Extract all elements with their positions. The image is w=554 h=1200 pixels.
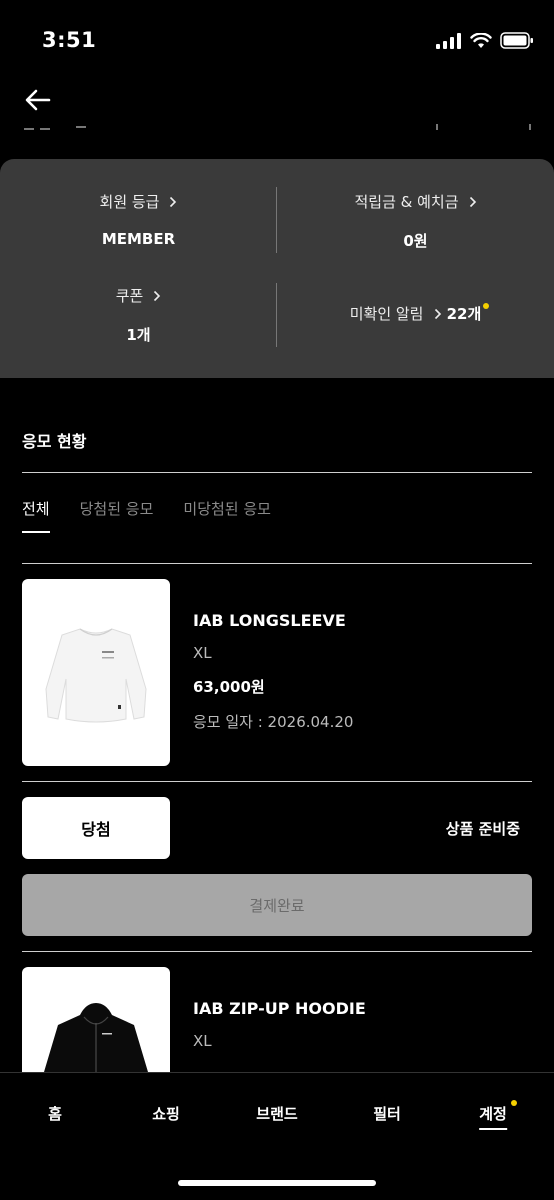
product-image[interactable]: [22, 579, 170, 766]
alerts-value: 22개: [446, 305, 482, 323]
alerts-label: 미확인 알림: [349, 305, 424, 323]
product-name[interactable]: IAB LONGSLEEVE: [193, 611, 353, 630]
nav-brand[interactable]: 브랜드: [256, 1103, 297, 1124]
notification-dot: [511, 1100, 517, 1106]
points-label: 적립금 & 예치금: [354, 193, 459, 211]
divider: [276, 187, 277, 253]
product-price: 63,000원: [193, 678, 265, 696]
chevron-right-icon: [434, 308, 441, 319]
product-size: XL: [193, 1032, 212, 1050]
tab-lost[interactable]: 미당첨된 응모: [183, 498, 271, 531]
entry-date: 응모 일자 : 2026.04.20: [193, 713, 354, 731]
nav-filter[interactable]: 필터: [373, 1103, 401, 1124]
divider: [22, 563, 532, 564]
arrow-left-icon: [25, 89, 51, 111]
shipping-status: 상품 준비중: [445, 820, 520, 838]
product-size: XL: [193, 644, 212, 662]
status-time: 3:51: [42, 28, 97, 52]
unread-dot: [483, 303, 490, 309]
chevron-right-icon: [469, 196, 476, 207]
chevron-right-icon: [154, 290, 161, 301]
wifi-icon: [470, 32, 492, 48]
payment-complete-button[interactable]: 결제완료: [22, 874, 532, 936]
longsleeve-image: [45, 628, 147, 723]
grade-value: MEMBER: [101, 230, 176, 248]
result-badge[interactable]: 당첨: [22, 797, 170, 859]
member-info-card: 회원 등급 MEMBER 적립금 & 예치금 0원 쿠폰 1개 미확인 알림 2…: [0, 159, 554, 378]
alerts-cell[interactable]: 미확인 알림 22개: [277, 285, 554, 324]
home-indicator: [178, 1180, 376, 1186]
divider: [22, 951, 532, 952]
product-image[interactable]: [22, 967, 170, 1072]
entry-tabs: 전체 당첨된 응모 미당첨된 응모: [22, 498, 271, 533]
battery-icon: [500, 32, 533, 49]
section-title: 응모 현황: [22, 432, 87, 451]
nav-shopping[interactable]: 쇼핑: [152, 1103, 180, 1124]
scrolled-off-row: [0, 124, 554, 134]
chevron-right-icon: [170, 196, 177, 207]
grade-label: 회원 등급: [99, 193, 160, 211]
coupon-cell[interactable]: 쿠폰 1개: [0, 285, 277, 345]
coupon-value: 1개: [126, 326, 151, 344]
tab-won[interactable]: 당첨된 응모: [80, 498, 154, 531]
status-bar: 3:51: [0, 0, 554, 80]
hoodie-image: [44, 1003, 148, 1072]
divider: [22, 781, 532, 782]
points-value: 0원: [403, 232, 428, 250]
product-info: IAB LONGSLEEVE XL 63,000원 응모 일자 : 2026.0…: [193, 611, 353, 732]
divider: [276, 283, 277, 347]
coupon-label: 쿠폰: [115, 287, 144, 305]
back-button[interactable]: [22, 84, 54, 116]
status-icons: [436, 32, 534, 49]
signal-icon: [436, 32, 461, 49]
tab-all[interactable]: 전체: [22, 498, 50, 533]
points-cell[interactable]: 적립금 & 예치금 0원: [277, 191, 554, 251]
grade-cell[interactable]: 회원 등급 MEMBER: [0, 191, 277, 248]
product-name[interactable]: IAB ZIP-UP HOODIE: [193, 999, 366, 1018]
nav-account[interactable]: 계정: [479, 1103, 507, 1130]
divider: [22, 472, 532, 473]
product-info: IAB ZIP-UP HOODIE XL: [193, 999, 366, 1050]
nav-home[interactable]: 홈: [48, 1103, 62, 1124]
